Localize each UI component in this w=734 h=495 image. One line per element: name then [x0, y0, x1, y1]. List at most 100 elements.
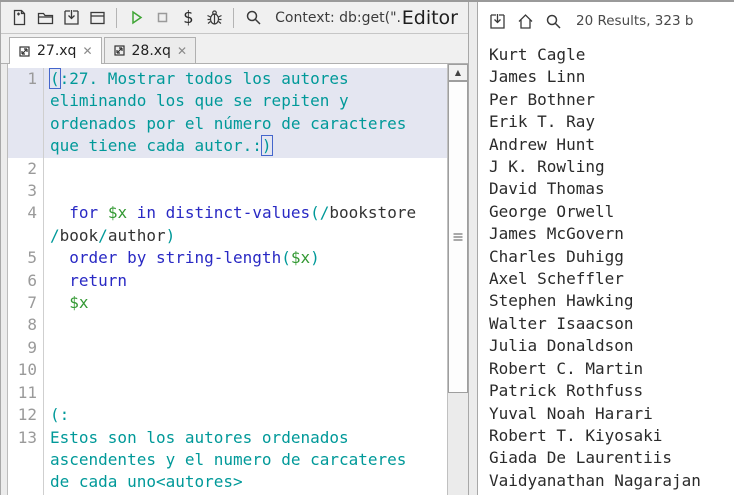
results-list[interactable]: Kurt Cagle James Linn Per Bothner Erik T. R… — [478, 40, 734, 495]
new-file-button[interactable] — [7, 5, 31, 31]
scrollbar-up-arrow[interactable]: ▲ — [448, 64, 468, 81]
code-line-text: $x — [69, 293, 89, 313]
result-item: Robert C. Martin — [489, 358, 644, 378]
code-line[interactable]: 2 — [8, 157, 447, 181]
line-number: 4 — [8, 202, 44, 248]
find-result-button[interactable] — [540, 8, 566, 34]
xquery-file-icon — [113, 44, 126, 57]
line-number: 13 — [8, 426, 44, 494]
run-query-button[interactable] — [124, 5, 148, 31]
code-line-text: return — [69, 270, 128, 290]
code-line[interactable]: 6 return — [8, 269, 447, 293]
code-line-text: (: — [50, 405, 70, 425]
debug-bug-icon — [205, 8, 224, 27]
toolbar-separator — [116, 7, 118, 28]
line-number: 2 — [8, 157, 44, 181]
result-item: David Thomas — [489, 179, 605, 199]
debug-button[interactable] — [202, 5, 226, 31]
code-text-area[interactable]: 1 (:27. Mostrar todos los autores elimina… — [8, 64, 447, 495]
tab-27xq[interactable]: 27.xq ✕ — [9, 37, 102, 64]
code-line-text: order by string-length($x) — [69, 248, 320, 268]
result-item: Giada De Laurentiis — [489, 448, 673, 468]
code-line[interactable]: 12 (: — [8, 404, 447, 427]
save-button[interactable] — [59, 5, 83, 31]
result-item: Patrick Rothfuss — [489, 381, 644, 401]
toolbar-separator — [233, 7, 235, 28]
save-icon — [62, 8, 81, 27]
search-icon — [244, 8, 263, 27]
result-item: George Orwell — [489, 201, 615, 221]
archive-button[interactable] — [85, 5, 109, 31]
result-item: Kurt Cagle — [489, 45, 586, 64]
result-item: Per Bothner — [489, 89, 595, 109]
editor-tabstrip: 27.xq ✕ 28.xq ✕ — [1, 34, 468, 64]
results-toolbar: 20 Results, 323 b — [478, 2, 734, 40]
results-panel: 20 Results, 323 b Kurt Cagle James Linn Pe… — [478, 2, 734, 495]
code-line-text: Estos son los autores ordenados ascenden… — [50, 427, 407, 492]
open-folder-button[interactable] — [33, 5, 57, 31]
new-file-icon — [10, 8, 29, 27]
code-line[interactable]: 11 — [8, 381, 447, 405]
stop-icon — [153, 8, 172, 27]
result-item: Yuval Noah Harari — [489, 403, 653, 423]
line-number: 10 — [8, 359, 44, 382]
result-item: Vaidyanathan Nagarajan — [489, 470, 701, 490]
code-line[interactable]: 7 $x — [8, 292, 447, 315]
tab-close-icon[interactable]: ✕ — [177, 44, 187, 58]
line-number: 8 — [8, 314, 44, 337]
archive-icon — [88, 8, 107, 27]
editor-panel-title: Editor — [401, 6, 458, 29]
line-number: 9 — [8, 336, 44, 360]
code-line-text: (:27. Mostrar todos los autores eliminan… — [49, 68, 407, 157]
editor-left-edge — [1, 64, 8, 495]
code-line[interactable]: 3 — [8, 180, 447, 203]
stop-button[interactable] — [150, 5, 174, 31]
panel-splitter[interactable] — [468, 2, 478, 495]
code-line[interactable]: 10 — [8, 359, 447, 382]
save-result-button[interactable] — [484, 8, 510, 34]
result-item: J K. Rowling — [489, 157, 605, 177]
home-button[interactable] — [512, 8, 538, 34]
external-variables-button[interactable]: $ — [176, 5, 200, 31]
result-item: Charles Duhigg — [489, 246, 624, 266]
editor-panel: $ Context: db:get("... Editor 27.xq ✕ 28… — [0, 2, 468, 495]
code-line[interactable]: 9 — [8, 336, 447, 360]
editor-toolbar: $ Context: db:get("... Editor — [1, 2, 468, 34]
tab-28xq[interactable]: 28.xq ✕ — [103, 37, 196, 63]
save-icon — [488, 12, 507, 31]
tab-close-icon[interactable]: ✕ — [82, 44, 92, 58]
code-line[interactable]: 8 — [8, 314, 447, 337]
line-number: 1 — [8, 68, 44, 158]
jump-search-button[interactable] — [241, 5, 265, 31]
result-item: Stephen Hawking — [489, 291, 634, 311]
result-item: James Linn — [489, 67, 586, 87]
code-line[interactable]: 4 for $x in distinct-values(/bookstore /… — [8, 202, 447, 248]
editor-scrollbar[interactable]: ▲ — [447, 64, 468, 495]
result-item: Erik T. Ray — [489, 112, 595, 132]
run-icon — [127, 8, 146, 27]
scrollbar-thumb[interactable] — [448, 81, 468, 393]
result-item: Andrew Hunt — [489, 134, 595, 154]
open-folder-icon — [36, 8, 55, 27]
result-item: Julia Donaldson — [489, 336, 634, 356]
code-line[interactable]: 13 Estos son los autores ordenados ascend… — [8, 426, 447, 494]
line-number: 6 — [8, 269, 44, 293]
result-item: James McGovern — [489, 224, 624, 244]
line-number: 3 — [8, 180, 44, 203]
xquery-file-icon — [18, 45, 31, 58]
line-number: 7 — [8, 292, 44, 315]
result-item: Axel Scheffler — [489, 269, 624, 289]
line-number: 12 — [8, 404, 44, 427]
code-editor: 1 (:27. Mostrar todos los autores elimina… — [1, 64, 468, 495]
results-summary: 20 Results, 323 b — [576, 13, 694, 29]
scrollbar-grip-icon — [453, 233, 463, 241]
result-item: Walter Isaacson — [489, 313, 634, 333]
code-line[interactable]: 5 order by string-length($x) — [8, 247, 447, 270]
code-line[interactable]: 1 (:27. Mostrar todos los autores elimina… — [8, 68, 447, 158]
